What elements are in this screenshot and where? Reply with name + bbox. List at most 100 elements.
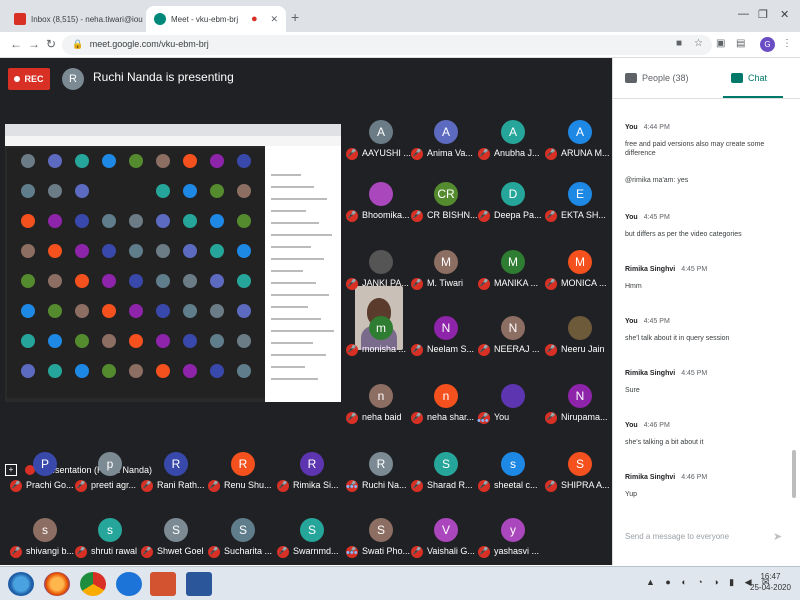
window-close-button[interactable]: ✕ [780,8,789,21]
participant-tile[interactable]: s 🎤 shivangi b... [10,518,74,558]
tab-meet[interactable]: Meet - vku-ebm-brj ● ✕ [146,6,286,32]
participant-tile[interactable]: N 🎤 Nirupama... [545,384,609,424]
participant-tile[interactable]: M 🎤 MANIKA ... [478,250,542,290]
participant-tile[interactable]: A 🎤 Anima Va... [411,120,475,160]
participant-tile[interactable]: A 🎤 Anubha J... [478,120,542,160]
mini-avatar [183,244,197,258]
participant-tile[interactable]: A 🎤 ARUNA M... [545,120,610,160]
participant-tile[interactable]: M 🎤 M. Tiwari [411,250,475,290]
mini-avatar [210,304,224,318]
mini-chat-line [271,342,313,344]
participant-name: CR BISHN... [427,210,478,220]
participant-tile[interactable]: S 🎤 Sucharita ... [208,518,272,558]
mini-avatar [75,154,89,168]
mic-off-icon: 🎤 [411,546,423,558]
participant-tile[interactable]: R 🎤 Renu Shu... [208,452,272,492]
clock-time: 16:47 [760,572,781,581]
participant-tile[interactable]: E 🎤 EKTA SH... [545,182,609,222]
participant-name: MANIKA ... [494,278,539,288]
mini-avatar [102,304,116,318]
mini-chat-line [271,354,326,356]
mini-avatar [237,334,251,348]
profile-avatar[interactable]: G [760,37,775,52]
mini-chat-line [271,294,329,296]
extension-icon-2[interactable]: ▤ [736,38,745,49]
participant-tile[interactable]: P 🎤 Prachi Go... [10,452,74,492]
chat-scrollbar[interactable] [792,450,796,498]
participant-tile[interactable]: R 🎤 Rani Rath... [141,452,205,492]
word-icon[interactable] [186,572,212,596]
participant-tile[interactable]: N 🎤 NEERAJ ... [478,316,542,356]
message-text: free and paid versions also may create s… [625,141,765,157]
participant-tile[interactable]: CR 🎤 CR BISHN... [411,182,478,222]
participant-tile[interactable]: y 🎤 yashasvi ... [478,518,542,558]
participant-tile[interactable]: S 🎤 Swarnmd... [277,518,341,558]
participant-name: shruti rawal [91,546,138,556]
participant-tile[interactable]: S 🎤 SHIPRA A... [545,452,610,492]
mini-avatar [237,274,251,288]
participant-tile[interactable]: M 🎤 MONICA ... [545,250,609,290]
chrome-icon[interactable] [80,572,106,596]
minimize-button[interactable]: — [738,8,749,20]
mini-avatar [102,214,116,228]
participant-tile[interactable]: s 🎤 sheetal c... [478,452,542,492]
firefox-icon[interactable] [44,572,70,596]
reload-icon[interactable]: ↻ [46,37,56,51]
chat-message: @rimika ma'am: yes [625,170,795,185]
more-options-icon[interactable]: ••• [477,415,489,427]
close-icon[interactable]: ✕ [264,14,278,25]
camera-icon[interactable]: ■ [676,38,682,49]
address-bar[interactable]: 🔒 meet.google.com/vku-ebm-brj [62,35,712,55]
menu-kebab-icon[interactable]: ⋮ [782,38,792,49]
participant-tile[interactable]: m 🎤 monisha ... [346,316,410,356]
forward-arrow-icon[interactable]: → [28,37,40,51]
participant-tile[interactable]: N 🎤 Neelam S... [411,316,475,356]
participant-avatar: N [434,316,458,340]
participant-tile[interactable]: p 🎤 preeti agr... [75,452,139,492]
mic-off-icon: 🎤 [478,344,490,356]
participant-avatar [501,384,525,408]
tab-gmail-inbox[interactable]: Inbox (8,515) - neha.tiwari@iou ✕ [6,6,146,32]
participant-name: Sucharita ... [224,546,273,556]
participant-tile[interactable]: D 🎤 Deepa Pa... [478,182,542,222]
participant-tile[interactable]: n 🎤 neha baid [346,384,410,424]
participant-tile[interactable]: V 🎤 Vaishali G... [411,518,475,558]
participant-tile[interactable]: S 🎤 Sharad R... [411,452,475,492]
teamviewer-icon[interactable] [116,572,142,596]
tab-chat[interactable]: Chat [731,58,767,98]
back-arrow-icon[interactable]: ← [10,37,22,51]
mic-off-icon: 🎤 [346,210,358,222]
participant-tile[interactable]: S 🎤 Shwet Goel [141,518,205,558]
more-options-icon[interactable]: ••• [346,481,358,493]
mic-off-icon: 🎤 [545,480,557,492]
message-input[interactable]: Send a message to everyone [625,532,785,541]
participant-tile[interactable]: 🎤 Neeru Jain [545,316,609,356]
mic-off-icon: 🎤 [545,210,557,222]
send-icon[interactable]: ➤ [773,530,782,543]
clock-date: 25-04-2020 [750,583,791,592]
mini-avatar [237,304,251,318]
extension-icon[interactable]: ▣ [716,38,725,49]
start-button[interactable] [8,572,34,596]
mini-avatar [183,184,197,198]
participant-tile[interactable]: s 🎤 shruti rawal [75,518,139,558]
participant-tile[interactable]: R 🎤 Rimika Si... [277,452,341,492]
taskbar-clock[interactable]: 16:47 25-04-2020 [750,571,791,593]
mini-chat-line [271,222,319,224]
more-options-icon[interactable]: ••• [346,547,358,559]
mini-avatar [156,274,170,288]
participant-tile[interactable]: A 🎤 AAYUSHI ... [346,120,411,160]
participant-tile[interactable]: 🎤 JANKI PA... [346,250,410,290]
tab-people[interactable]: People (38) [625,58,689,98]
mic-off-icon: 🎤 [545,344,557,356]
participant-tile[interactable]: 🎤 Bhoomika... [346,182,410,222]
new-tab-button[interactable]: + [291,9,299,25]
participant-avatar: A [501,120,525,144]
powerpoint-icon[interactable] [150,572,176,596]
recording-badge: REC [8,68,50,90]
participant-tile[interactable]: n 🎤 neha shar... [411,384,475,424]
participant-name: Renu Shu... [224,480,272,490]
maximize-button[interactable]: ❐ [758,8,768,21]
shared-screen[interactable] [5,124,341,402]
bookmark-star-icon[interactable]: ☆ [694,38,703,49]
